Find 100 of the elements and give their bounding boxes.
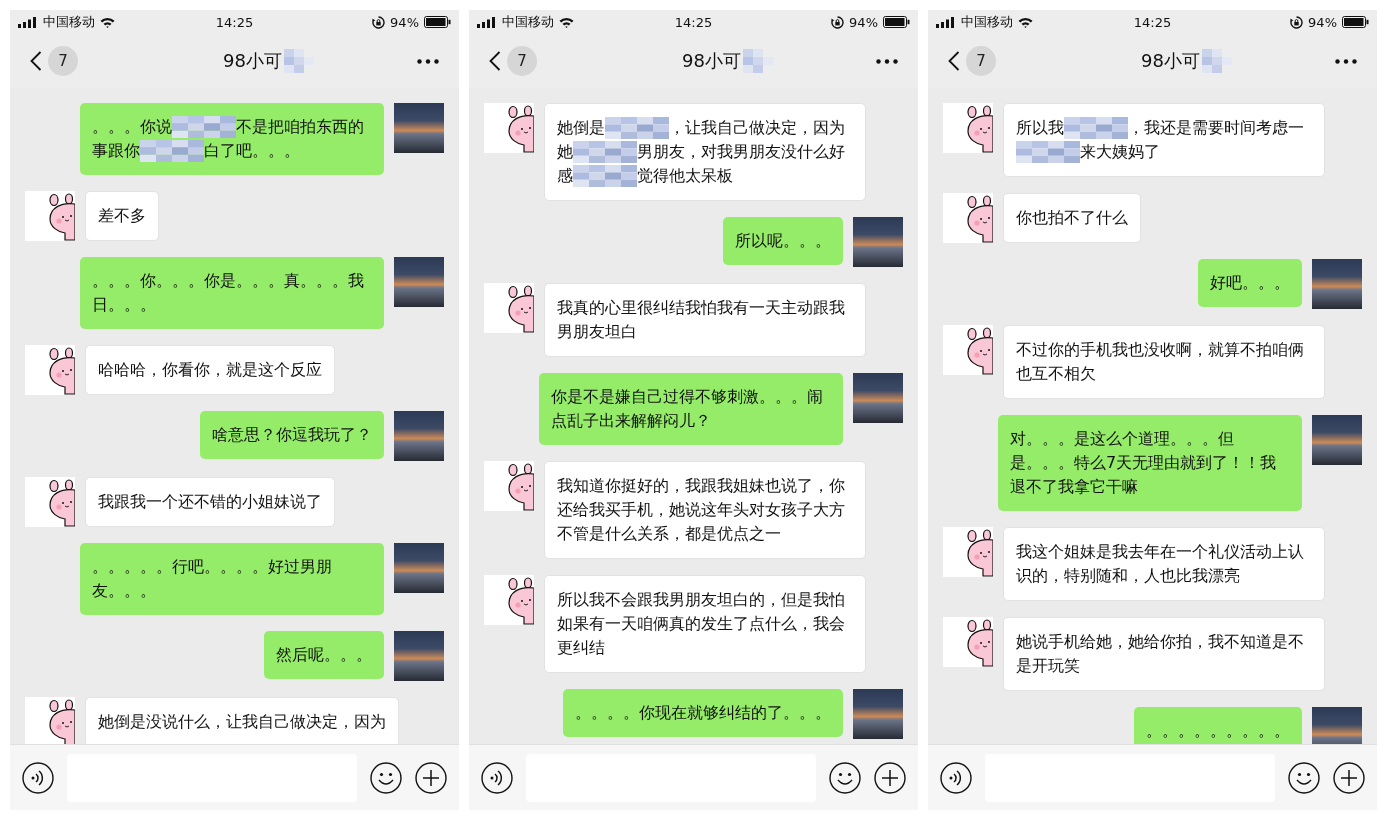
rabbit-avatar[interactable] — [484, 460, 534, 511]
pixelated-blur — [1064, 117, 1128, 140]
more-icon[interactable] — [417, 58, 439, 64]
message-text: 感 — [557, 165, 573, 185]
emoji-icon[interactable] — [1288, 761, 1320, 794]
unread-count-badge[interactable]: 7 — [966, 46, 996, 77]
plus-icon[interactable] — [1333, 761, 1365, 794]
rabbit-avatar[interactable] — [943, 526, 993, 577]
message-text: 她倒是 — [557, 117, 605, 137]
battery-percent: 94% — [390, 15, 419, 30]
voice-icon[interactable] — [481, 761, 513, 794]
back-icon[interactable] — [30, 51, 42, 72]
carrier-name: 中国移动 — [961, 13, 1013, 32]
message-text: 。。。。。。。。。 — [1146, 720, 1290, 740]
voice-icon[interactable] — [22, 761, 54, 794]
rabbit-avatar[interactable] — [943, 324, 993, 375]
photo-placeholder[interactable] — [853, 216, 903, 267]
chat-title: 98小可 — [223, 49, 282, 74]
message-text: 不是把咱拍东西的 — [236, 116, 364, 136]
rabbit-avatar[interactable] — [943, 102, 993, 153]
signal-icon — [18, 17, 38, 28]
message-text: 我知道你挺好的，我跟我姐妹也说了，你还给我买手机，她说这年头对女孩子大方不管是什么关系，都是优点之一 — [557, 475, 845, 543]
message-text: 一 — [1288, 117, 1304, 137]
photo-placeholder[interactable] — [853, 372, 903, 423]
pixelated-blur — [1201, 49, 1232, 74]
message-text: 来大姨妈了 — [1080, 141, 1160, 161]
battery-percent: 94% — [849, 15, 878, 30]
message-text: 差不多 — [98, 205, 146, 225]
photo-placeholder[interactable] — [394, 102, 444, 153]
clock-time: 14:25 — [1133, 15, 1172, 30]
rabbit-avatar[interactable] — [484, 282, 534, 333]
photo-placeholder[interactable] — [394, 630, 444, 681]
message-text: 她倒是没说什么，让我自己做决定，因为 — [98, 711, 386, 731]
message-text: ，我还是需要时间考虑 — [1128, 117, 1288, 137]
message-text: 啥意思？你逗我玩了？ — [212, 424, 372, 444]
voice-icon[interactable] — [940, 761, 972, 794]
signal-icon — [936, 17, 956, 28]
unread-count-badge[interactable]: 7 — [48, 46, 78, 77]
message-text: 好吧。。。 — [1210, 272, 1290, 292]
message-text: 。。。。你现在就够纠结的了。。。 — [575, 702, 831, 722]
battery-icon — [1342, 16, 1369, 29]
message-text: 所以呢。。。 — [735, 230, 831, 250]
chat-title: 98小可 — [682, 49, 741, 74]
pixelated-blur — [605, 117, 669, 140]
clock-time: 14:25 — [674, 15, 713, 30]
rabbit-avatar[interactable] — [484, 102, 534, 153]
back-icon[interactable] — [489, 51, 501, 72]
rotation-lock-icon — [1290, 16, 1304, 29]
message-text: 所以我 — [1016, 117, 1064, 137]
message-text: 事跟你 — [92, 140, 140, 160]
pixelated-blur — [742, 49, 773, 74]
emoji-icon[interactable] — [370, 761, 402, 794]
photo-placeholder[interactable] — [1312, 414, 1362, 465]
photo-placeholder[interactable] — [1312, 706, 1362, 745]
message-text: 是。。。特么7天无理由就到了！！我退不了我拿它干嘛 — [1010, 451, 1278, 498]
pixelated-blur — [283, 49, 314, 74]
pixelated-blur — [172, 116, 236, 139]
chat-title: 98小可 — [1141, 49, 1200, 74]
pixelated-blur — [573, 141, 637, 164]
plus-icon[interactable] — [415, 761, 447, 794]
carrier-name: 中国移动 — [502, 13, 554, 32]
photo-placeholder[interactable] — [394, 410, 444, 461]
back-icon[interactable] — [948, 51, 960, 72]
rabbit-avatar[interactable] — [484, 574, 534, 625]
wifi-icon — [1018, 17, 1033, 28]
wifi-icon — [100, 17, 115, 28]
battery-icon — [424, 16, 451, 29]
message-text: 。。。你。。。你是。。。真。。。我日。。。 — [92, 270, 364, 314]
message-text: ，让我自己做决定，因为 — [669, 117, 845, 137]
rabbit-avatar[interactable] — [25, 696, 75, 745]
rabbit-avatar[interactable] — [25, 344, 75, 395]
rabbit-avatar[interactable] — [25, 190, 75, 241]
emoji-icon[interactable] — [829, 761, 861, 794]
battery-percent: 94% — [1308, 15, 1337, 30]
rabbit-avatar[interactable] — [25, 476, 75, 527]
unread-count-badge[interactable]: 7 — [507, 46, 537, 77]
message-text: 所以我不会跟我男朋友坦白的，但是我怕如果有一天咱俩真的发生了点什么，我会更纠结 — [557, 589, 845, 657]
message-text: 我这个姐妹是我去年在一个礼仪活动上认识的，特别随和，人也比我漂亮 — [1016, 541, 1304, 585]
signal-icon — [477, 17, 497, 28]
photo-placeholder[interactable] — [853, 688, 903, 739]
pixelated-blur — [140, 140, 204, 163]
message-text: 白了吧。。。 — [204, 140, 300, 160]
rabbit-avatar[interactable] — [943, 616, 993, 667]
more-icon[interactable] — [1335, 58, 1357, 64]
message-text: 对。。。是这么个道理。。。但 — [1010, 427, 1235, 450]
message-text: 。。。你说 — [92, 116, 172, 136]
photo-placeholder[interactable] — [1312, 258, 1362, 309]
message-text: 哈哈哈，你看你，就是这个反应 — [98, 359, 322, 379]
photo-placeholder[interactable] — [394, 542, 444, 593]
carrier-name: 中国移动 — [43, 13, 95, 32]
message-text: 她 — [557, 141, 573, 161]
photo-placeholder[interactable] — [394, 256, 444, 307]
message-text: 觉得他太呆板 — [637, 165, 733, 185]
rabbit-avatar[interactable] — [943, 192, 993, 243]
pixelated-blur — [1016, 141, 1080, 164]
more-icon[interactable] — [876, 58, 898, 64]
wifi-icon — [559, 17, 574, 28]
plus-icon[interactable] — [874, 761, 906, 794]
message-text: 不过你的手机我也没收啊，就算不拍咱俩也互不相欠 — [1016, 339, 1304, 383]
message-text: 男朋友，对我男朋友没什么好 — [637, 141, 845, 161]
